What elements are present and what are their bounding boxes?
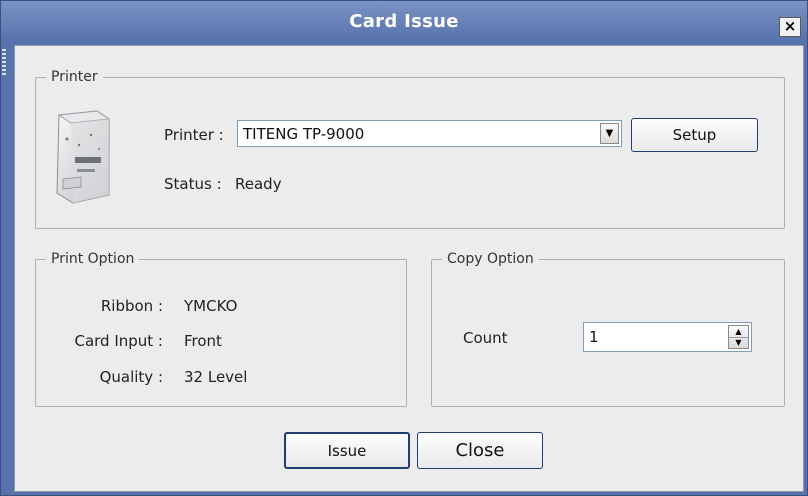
card-input-value: Front <box>184 332 222 350</box>
printer-select-value: TITENG TP-9000 <box>243 125 365 143</box>
count-label: Count <box>463 329 508 347</box>
resize-grip[interactable] <box>2 49 6 77</box>
card-input-label: Card Input : <box>74 332 163 350</box>
quality-label: Quality : <box>99 368 163 386</box>
printer-group-legend: Printer <box>51 69 98 85</box>
ribbon-label: Ribbon : <box>100 297 163 315</box>
close-window-button[interactable]: × <box>779 17 801 37</box>
title-bar[interactable]: Card Issue × <box>1 1 807 41</box>
close-icon: × <box>783 17 797 35</box>
ribbon-value: YMCKO <box>184 297 238 315</box>
count-value: 1 <box>589 328 599 346</box>
print-option-legend: Print Option <box>51 251 135 267</box>
status-value: Ready <box>235 175 282 193</box>
quality-value: 32 Level <box>184 368 248 386</box>
window-title: Card Issue <box>349 11 459 32</box>
close-button[interactable]: Close <box>417 432 543 469</box>
printer-select[interactable]: TITENG TP-9000 ▼ <box>237 120 622 147</box>
chevron-down-icon[interactable]: ▼ <box>729 337 748 348</box>
stepper-control[interactable]: ▲ ▼ <box>728 325 749 349</box>
card-printer-icon <box>56 110 111 204</box>
issue-button[interactable]: Issue <box>284 432 410 469</box>
printer-label: Printer : <box>164 126 224 144</box>
count-stepper[interactable]: 1 ▲ ▼ <box>583 322 752 352</box>
status-label: Status : <box>164 175 222 193</box>
setup-button[interactable]: Setup <box>631 118 758 152</box>
chevron-down-icon[interactable]: ▼ <box>600 123 619 144</box>
copy-option-legend: Copy Option <box>447 251 534 267</box>
card-issue-dialog: Card Issue × Printer Printer : TITENG TP… <box>0 0 808 496</box>
